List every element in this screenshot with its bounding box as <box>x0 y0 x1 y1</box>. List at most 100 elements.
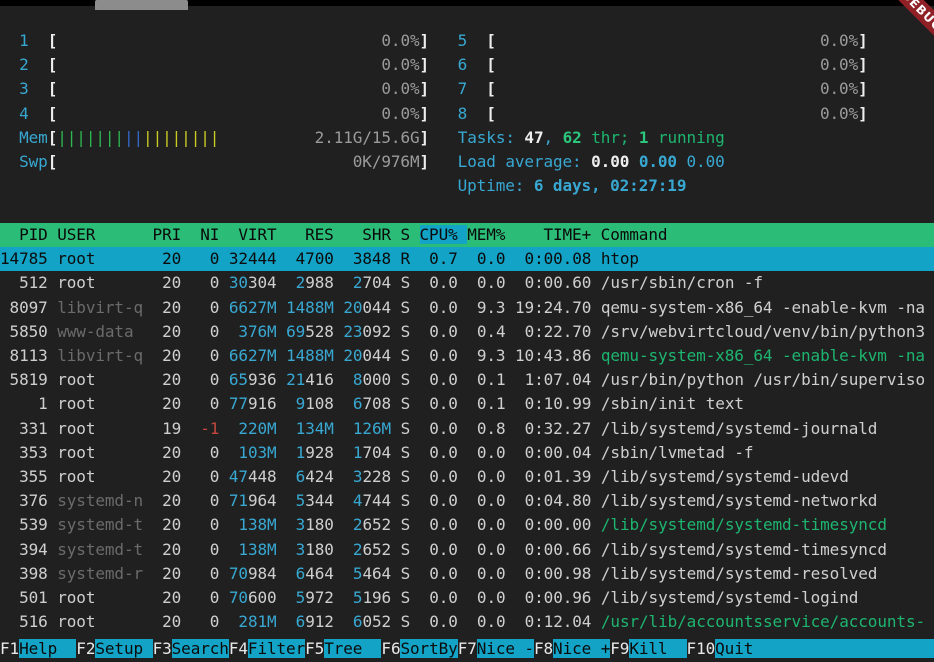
process-row[interactable]: 5850 www-data 20 0 376M 69528 23092 S 0.… <box>0 320 934 344</box>
cell-shr: 3848 <box>343 249 391 268</box>
cell-pid: 5819 <box>0 370 48 389</box>
cell-virt: 6627M <box>229 298 277 317</box>
cell-mem: 9.3 <box>467 346 505 365</box>
fn-label: Help <box>19 639 76 658</box>
window-tab[interactable] <box>95 0 188 10</box>
column-header-pri[interactable]: PRI <box>153 225 191 244</box>
column-header-mem[interactable]: MEM% <box>467 225 515 244</box>
cell-cpu: 0.0 <box>420 419 458 438</box>
cell-command: /lib/systemd/systemd-journald <box>601 419 934 438</box>
column-header-s[interactable]: S <box>400 225 419 244</box>
column-header-command[interactable]: Command <box>601 225 934 244</box>
cell-cpu: 0.0 <box>420 273 458 292</box>
cell-ni: 0 <box>191 564 220 583</box>
process-row[interactable]: 14785 root 20 0 32444 4700 3848 R 0.7 0.… <box>0 247 934 271</box>
cell-user: www-data <box>57 322 143 341</box>
cell-command: /lib/systemd/systemd-udevd <box>601 467 934 486</box>
column-header-virt[interactable]: VIRT <box>229 225 286 244</box>
cpu-meter-value-3: 0.0% <box>381 79 419 98</box>
cell-ni: 0 <box>191 249 220 268</box>
process-row[interactable]: 331 root 19 -1 220M 134M 126M S 0.0 0.8 … <box>0 417 934 441</box>
cell-mem: 0.0 <box>467 491 505 510</box>
cell-command: /lib/systemd/systemd-logind <box>601 588 934 607</box>
process-row[interactable]: 539 systemd-t 20 0 138M 3180 2652 S 0.0 … <box>0 513 934 537</box>
process-row[interactable]: 8113 libvirt-q 20 0 6627M 1488M 20044 S … <box>0 344 934 368</box>
fnbar-fill <box>753 639 934 658</box>
meter-close-bracket: ] <box>858 31 868 50</box>
meter-close-bracket: ] <box>858 79 868 98</box>
cell-time: 19:24.70 <box>515 298 591 317</box>
column-header-user[interactable]: USER <box>57 225 152 244</box>
fnbar-button-kill[interactable]: F9Kill <box>610 639 686 658</box>
cell-command: /srv/webvirtcloud/venv/bin/python3 <box>601 322 934 341</box>
process-row[interactable]: 5819 root 20 0 65936 21416 8000 S 0.0 0.… <box>0 368 934 392</box>
fn-key-f10: F10 <box>687 639 716 658</box>
fnbar-button-quit[interactable]: F10Quit <box>687 639 754 658</box>
cell-virt: 47 <box>229 467 248 486</box>
cell-state: S <box>401 322 411 341</box>
column-header-ni[interactable]: NI <box>191 225 229 244</box>
debug-ribbon: DEBUG <box>873 0 934 60</box>
process-row[interactable]: 516 root 20 0 281M 6912 6052 S 0.0 0.0 0… <box>0 610 934 634</box>
meter-open-bracket: [ <box>486 104 496 123</box>
cell-res: 6 <box>296 564 306 583</box>
cell-cpu: 0.0 <box>420 394 458 413</box>
cell-command: qemu-system-x86_64 -enable-kvm -na <box>601 298 934 317</box>
fnbar-button-help[interactable]: F1Help <box>0 639 76 658</box>
fn-key-f5: F5 <box>305 639 324 658</box>
cell-pid: 331 <box>0 419 48 438</box>
cell-state: S <box>401 612 411 631</box>
process-row[interactable]: 1 root 20 0 77916 9108 6708 S 0.0 0.1 0:… <box>0 392 934 416</box>
process-row[interactable]: 398 systemd-r 20 0 70984 6464 5464 S 0.0… <box>0 562 934 586</box>
process-row[interactable]: 353 root 20 0 103M 1928 1704 S 0.0 0.0 0… <box>0 441 934 465</box>
cell-command: /lib/systemd/systemd-resolved <box>601 564 934 583</box>
cell-ni: 0 <box>191 540 220 559</box>
cpu-meter-value-2: 0.0% <box>381 55 419 74</box>
fn-key-f4: F4 <box>229 639 248 658</box>
cpu-meter-value-6: 0.0% <box>820 55 858 74</box>
meter-close-bracket: ] <box>858 104 868 123</box>
process-row[interactable]: 376 systemd-n 20 0 71964 5344 4744 S 0.0… <box>0 489 934 513</box>
tasks-label: Tasks: <box>458 128 525 147</box>
fnbar-button-nice-[interactable]: F8Nice + <box>534 639 610 658</box>
uptime-row: Uptime: 6 days, 02:27:19 <box>0 174 868 198</box>
process-row[interactable]: 512 root 20 0 30304 2988 2704 S 0.0 0.0 … <box>0 271 934 295</box>
cpu-meter-label-7: 7 <box>458 79 468 98</box>
process-row[interactable]: 501 root 20 0 70600 5972 5196 S 0.0 0.0 … <box>0 586 934 610</box>
process-row[interactable]: 394 systemd-t 20 0 138M 3180 2652 S 0.0 … <box>0 538 934 562</box>
column-header-shr[interactable]: SHR <box>343 225 400 244</box>
cell-virt: 281M <box>238 612 276 631</box>
cell-pri: 20 <box>153 612 182 631</box>
cell-mem: 9.3 <box>467 298 505 317</box>
cell-time: 0:00.08 <box>515 249 591 268</box>
cell-ni: 0 <box>191 370 220 389</box>
column-header-time[interactable]: TIME+ <box>515 225 601 244</box>
fnbar-button-nice-[interactable]: F7Nice - <box>458 639 534 658</box>
cell-cpu: 0.0 <box>420 467 458 486</box>
cell-pid: 501 <box>0 588 48 607</box>
fnbar-button-search[interactable]: F3Search <box>153 639 229 658</box>
cell-ni: 0 <box>191 612 220 631</box>
fnbar-button-filter[interactable]: F4Filter <box>229 639 305 658</box>
fnbar-button-setup[interactable]: F2Setup <box>76 639 152 658</box>
cell-shr: 8 <box>353 370 363 389</box>
cell-ni: 0 <box>191 346 220 365</box>
cell-mem: 0.0 <box>467 588 505 607</box>
fn-label: Search <box>172 639 229 658</box>
fn-key-f2: F2 <box>76 639 95 658</box>
column-header-pid[interactable]: PID <box>0 225 57 244</box>
cell-ni: 0 <box>191 588 220 607</box>
process-row[interactable]: 8097 libvirt-q 20 0 6627M 1488M 20044 S … <box>0 296 934 320</box>
fn-label: Tree <box>324 639 381 658</box>
cell-res: 3 <box>296 515 306 534</box>
fnbar-button-sortby[interactable]: F6SortBy <box>381 639 457 658</box>
cell-res: 1488M <box>286 298 334 317</box>
fnbar-button-tree[interactable]: F5Tree <box>305 639 381 658</box>
mem-bar-buffers: || <box>124 128 143 147</box>
column-header-cpu[interactable]: CPU% <box>420 225 468 244</box>
cell-user: systemd-r <box>57 564 143 583</box>
process-row[interactable]: 355 root 20 0 47448 6424 3228 S 0.0 0.0 … <box>0 465 934 489</box>
column-header-res[interactable]: RES <box>286 225 343 244</box>
fn-label: Nice + <box>553 639 610 658</box>
cell-pid: 8097 <box>0 298 48 317</box>
